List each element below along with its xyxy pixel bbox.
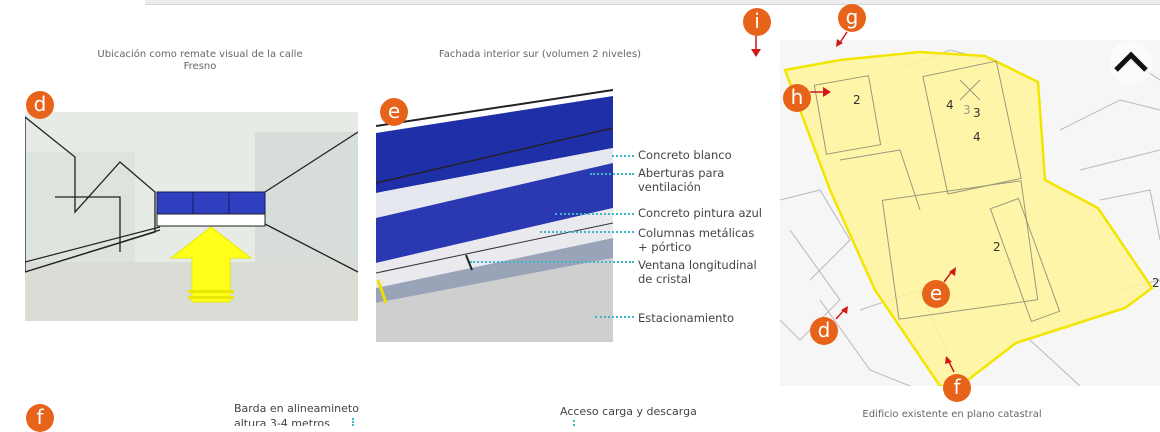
badge-h: h bbox=[783, 84, 811, 112]
top-rule bbox=[145, 0, 1160, 5]
arrow-right-icon bbox=[810, 87, 831, 97]
label-columnas: Columnas metálicas + pórtico bbox=[638, 226, 755, 254]
arrow-down-left-icon bbox=[836, 31, 848, 47]
badge-e-map: e bbox=[922, 280, 950, 308]
label-aberturas: Aberturas para ventilación bbox=[638, 166, 725, 194]
map-level-number: 2 bbox=[853, 93, 861, 107]
leader-line bbox=[555, 213, 634, 215]
label-ventana: Ventana longitudinal de cristal bbox=[638, 258, 757, 286]
badge-f-map: f bbox=[943, 374, 971, 402]
badge-g: g bbox=[838, 4, 866, 32]
caption-map: Edificio existente en plano catastral bbox=[862, 409, 1042, 420]
leader-line bbox=[540, 231, 634, 233]
leader-line bbox=[470, 261, 634, 263]
label-concreto-azul: Concreto pintura azul bbox=[638, 206, 763, 220]
leader-line bbox=[590, 173, 634, 175]
leader-line bbox=[595, 316, 634, 318]
street-photo-d bbox=[24, 112, 359, 321]
badge-d-photo: d bbox=[26, 91, 54, 119]
map-level-number: 4 bbox=[973, 130, 981, 144]
caption-e: Fachada interior sur (volumen 2 niveles) bbox=[438, 49, 642, 60]
map-level-number: 3 bbox=[973, 106, 981, 120]
caption-barda: Barda en alineamineto altura 3-4 metros bbox=[234, 402, 359, 426]
leader-line bbox=[352, 418, 356, 426]
map-level-number: 3 bbox=[963, 103, 971, 117]
arrow-up-right-icon bbox=[943, 267, 956, 283]
leader-line bbox=[612, 155, 634, 157]
facade-photo-e bbox=[375, 88, 614, 342]
chevron-up-icon[interactable] bbox=[1108, 40, 1154, 86]
caption-acceso: Acceso carga y descarga bbox=[560, 405, 697, 418]
leader-line bbox=[573, 420, 577, 426]
map-level-number: 2 bbox=[993, 240, 1001, 254]
map-level-number: 2 bbox=[1152, 276, 1160, 290]
map-level-number: 4 bbox=[946, 98, 954, 112]
caption-d: Ubicación como remate visual de la calle… bbox=[97, 49, 303, 72]
badge-e-photo: e bbox=[380, 98, 408, 126]
label-concreto-blanco: Concreto blanco bbox=[638, 148, 732, 162]
badge-i: i bbox=[743, 8, 771, 36]
badge-d-map: d bbox=[810, 317, 838, 345]
arrow-down-icon bbox=[751, 36, 761, 57]
badge-f-bottom: f bbox=[26, 404, 54, 432]
arrow-up-right-icon bbox=[835, 306, 848, 320]
arrow-up-icon bbox=[945, 356, 955, 373]
label-estacionamiento: Estacionamiento bbox=[638, 311, 735, 325]
